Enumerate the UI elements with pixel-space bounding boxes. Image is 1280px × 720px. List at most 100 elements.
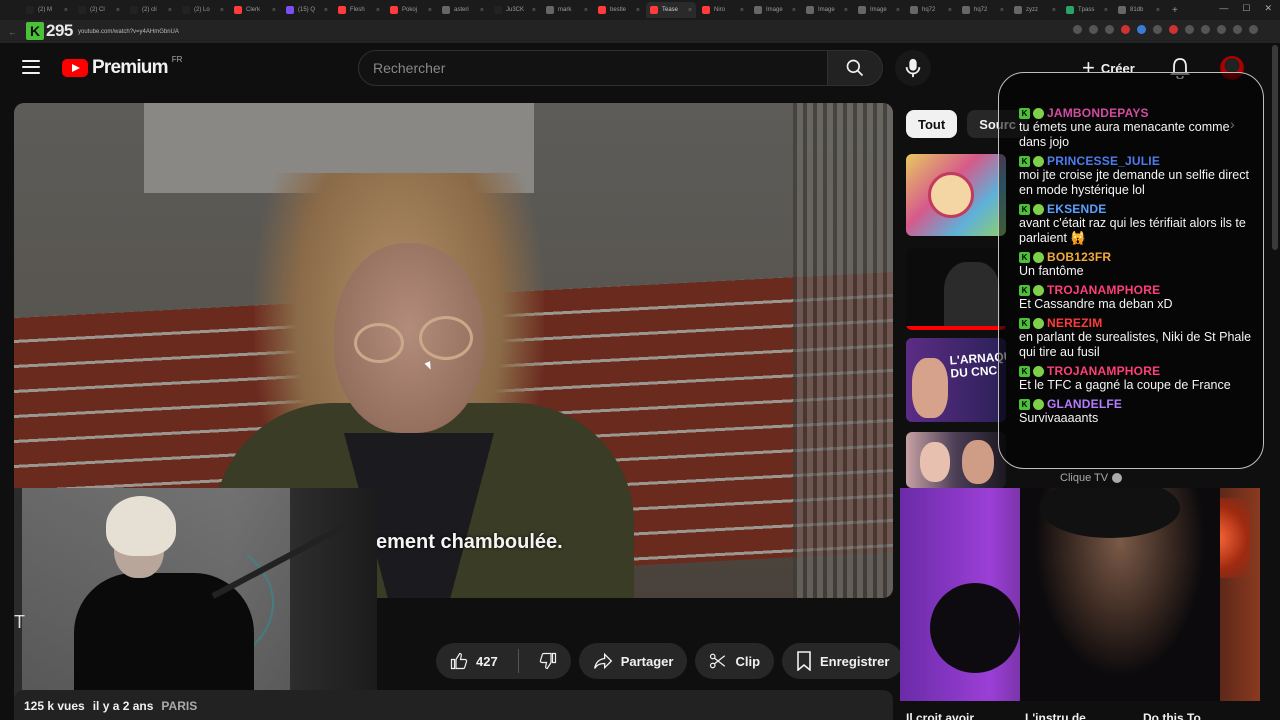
browser-tab[interactable]: Ju3CK × (490, 2, 540, 18)
bookmark-star-icon[interactable] (1105, 25, 1114, 34)
tab-favicon-icon (702, 6, 710, 14)
extension-icon[interactable] (1169, 25, 1178, 34)
search-input[interactable] (373, 60, 827, 76)
tab-label: Flesh (350, 7, 365, 13)
tab-close-icon[interactable]: × (272, 7, 276, 14)
tab-close-icon[interactable]: × (1052, 7, 1056, 14)
search-button[interactable] (827, 50, 883, 86)
tab-close-icon[interactable]: × (168, 7, 172, 14)
sidebar-icon[interactable] (1217, 25, 1226, 34)
share-button[interactable]: Partager (578, 643, 688, 679)
chat-username[interactable]: EKSENDE (1047, 202, 1106, 216)
browser-tab[interactable]: hq72 × (906, 2, 956, 18)
youtube-premium-logo[interactable]: Premium FR (62, 55, 182, 79)
browser-tab[interactable]: Tpass × (1062, 2, 1112, 18)
browser-tab[interactable]: mark × (542, 2, 592, 18)
page-scrollbar[interactable] (1272, 45, 1278, 250)
extension-icon[interactable] (1073, 25, 1082, 34)
extension-icon[interactable] (1137, 25, 1146, 34)
tab-close-icon[interactable]: × (1000, 7, 1004, 14)
search-box (358, 50, 828, 86)
new-tab-icon[interactable]: + (1166, 5, 1184, 16)
browser-tab[interactable]: bestle × (594, 2, 644, 18)
zoom-icon[interactable] (1089, 25, 1098, 34)
recommendation-thumbnail[interactable]: L'ARNAQUE DU CNC (906, 338, 1006, 422)
tab-close-icon[interactable]: × (948, 7, 952, 14)
video-location[interactable]: PARIS (161, 699, 197, 713)
extensions-puzzle-icon[interactable] (1185, 25, 1194, 34)
save-button[interactable]: Enregistrer (782, 643, 904, 679)
tab-close-icon[interactable]: × (896, 7, 900, 14)
browser-tab[interactable]: Tease × (646, 2, 696, 18)
recommendation-thumbnail[interactable] (906, 154, 1006, 236)
subscriber-badge-icon (1033, 203, 1044, 215)
chip-all[interactable]: Tout (906, 110, 958, 138)
recommendation-thumbnail[interactable] (906, 432, 1006, 488)
chat-username[interactable]: JAMBONDEPAYS (1047, 106, 1149, 120)
browser-tab[interactable]: Image × (750, 2, 800, 18)
browser-tab[interactable]: hq72 × (958, 2, 1008, 18)
dislike-button[interactable] (527, 643, 571, 679)
chat-username[interactable]: GLANDELFE (1047, 397, 1122, 411)
chat-username[interactable]: BOB123FR (1047, 250, 1111, 264)
tab-close-icon[interactable]: × (220, 7, 224, 14)
clip-button[interactable]: Clip (695, 643, 775, 679)
recommendation-title[interactable]: L'instru de (1025, 711, 1086, 720)
chat-username[interactable]: TROJANAMPHORE (1047, 364, 1160, 378)
minimize-icon[interactable]: — (1219, 3, 1228, 14)
voice-search-button[interactable] (895, 50, 931, 86)
tab-close-icon[interactable]: × (324, 7, 328, 14)
browser-tab[interactable]: Image × (854, 2, 904, 18)
tab-close-icon[interactable]: × (1104, 7, 1108, 14)
browser-tab[interactable]: (2) Cl × (74, 2, 124, 18)
browser-tab[interactable]: zyzz × (1010, 2, 1060, 18)
maximize-icon[interactable]: ☐ (1242, 3, 1250, 14)
back-icon[interactable]: ← (8, 27, 17, 37)
tab-close-icon[interactable]: × (792, 7, 796, 14)
tab-close-icon[interactable]: × (116, 7, 120, 14)
recommendation-title[interactable]: Il croit avoir (906, 711, 974, 720)
browser-tab[interactable]: Niro × (698, 2, 748, 18)
thumbs-down-icon (539, 652, 556, 670)
chat-message-header: K GLANDELFE (1019, 397, 1259, 411)
extension-icon[interactable] (1121, 25, 1130, 34)
recommendation-title[interactable]: Do this To (1143, 711, 1201, 720)
chat-username[interactable]: NEREZIM (1047, 316, 1102, 330)
extension-icon[interactable] (1153, 25, 1162, 34)
like-button[interactable]: 427 (436, 643, 510, 679)
chat-message: K NEREZIM en parlant de surealistes, Niki … (1019, 316, 1259, 360)
browser-tab[interactable]: Clerk × (230, 2, 280, 18)
recommendation-channel[interactable]: Clique TV (1060, 472, 1123, 484)
url-field[interactable]: youtube.com/watch?v=y4AHmGbnUA (78, 29, 179, 35)
browser-tab[interactable]: (15) Q × (282, 2, 332, 18)
browser-tab[interactable]: Image × (802, 2, 852, 18)
hamburger-menu-icon[interactable] (22, 60, 40, 74)
browser-tab[interactable]: 81db × (1114, 2, 1164, 18)
tab-close-icon[interactable]: × (584, 7, 588, 14)
browser-tab[interactable]: Pokoj × (386, 2, 436, 18)
chat-username[interactable]: TROJANAMPHORE (1047, 283, 1160, 297)
browser-tab[interactable]: asteri × (438, 2, 488, 18)
menu-kebab-icon[interactable] (1249, 25, 1258, 34)
profile-icon[interactable] (1201, 25, 1210, 34)
tab-close-icon[interactable]: × (376, 7, 380, 14)
tab-close-icon[interactable]: × (532, 7, 536, 14)
tab-close-icon[interactable]: × (480, 7, 484, 14)
browser-tab[interactable]: (2) M × (22, 2, 72, 18)
tab-close-icon[interactable]: × (688, 7, 692, 14)
tab-close-icon[interactable]: × (636, 7, 640, 14)
kick-badge-icon: K (1019, 203, 1030, 215)
chat-username[interactable]: PRINCESSE_JULIE (1047, 154, 1160, 168)
browser-tab[interactable]: (2) Lo × (178, 2, 228, 18)
tab-close-icon[interactable]: × (64, 7, 68, 14)
browser-tab[interactable]: (2) cli × (126, 2, 176, 18)
tab-close-icon[interactable]: × (1156, 7, 1160, 14)
chat-message-header: K BOB123FR (1019, 250, 1259, 264)
help-icon[interactable] (1233, 25, 1242, 34)
tab-close-icon[interactable]: × (428, 7, 432, 14)
tab-close-icon[interactable]: × (844, 7, 848, 14)
close-icon[interactable]: ✕ (1264, 3, 1272, 14)
browser-tab[interactable]: Flesh × (334, 2, 384, 18)
tab-close-icon[interactable]: × (740, 7, 744, 14)
recommendation-thumbnail[interactable] (906, 248, 1006, 330)
